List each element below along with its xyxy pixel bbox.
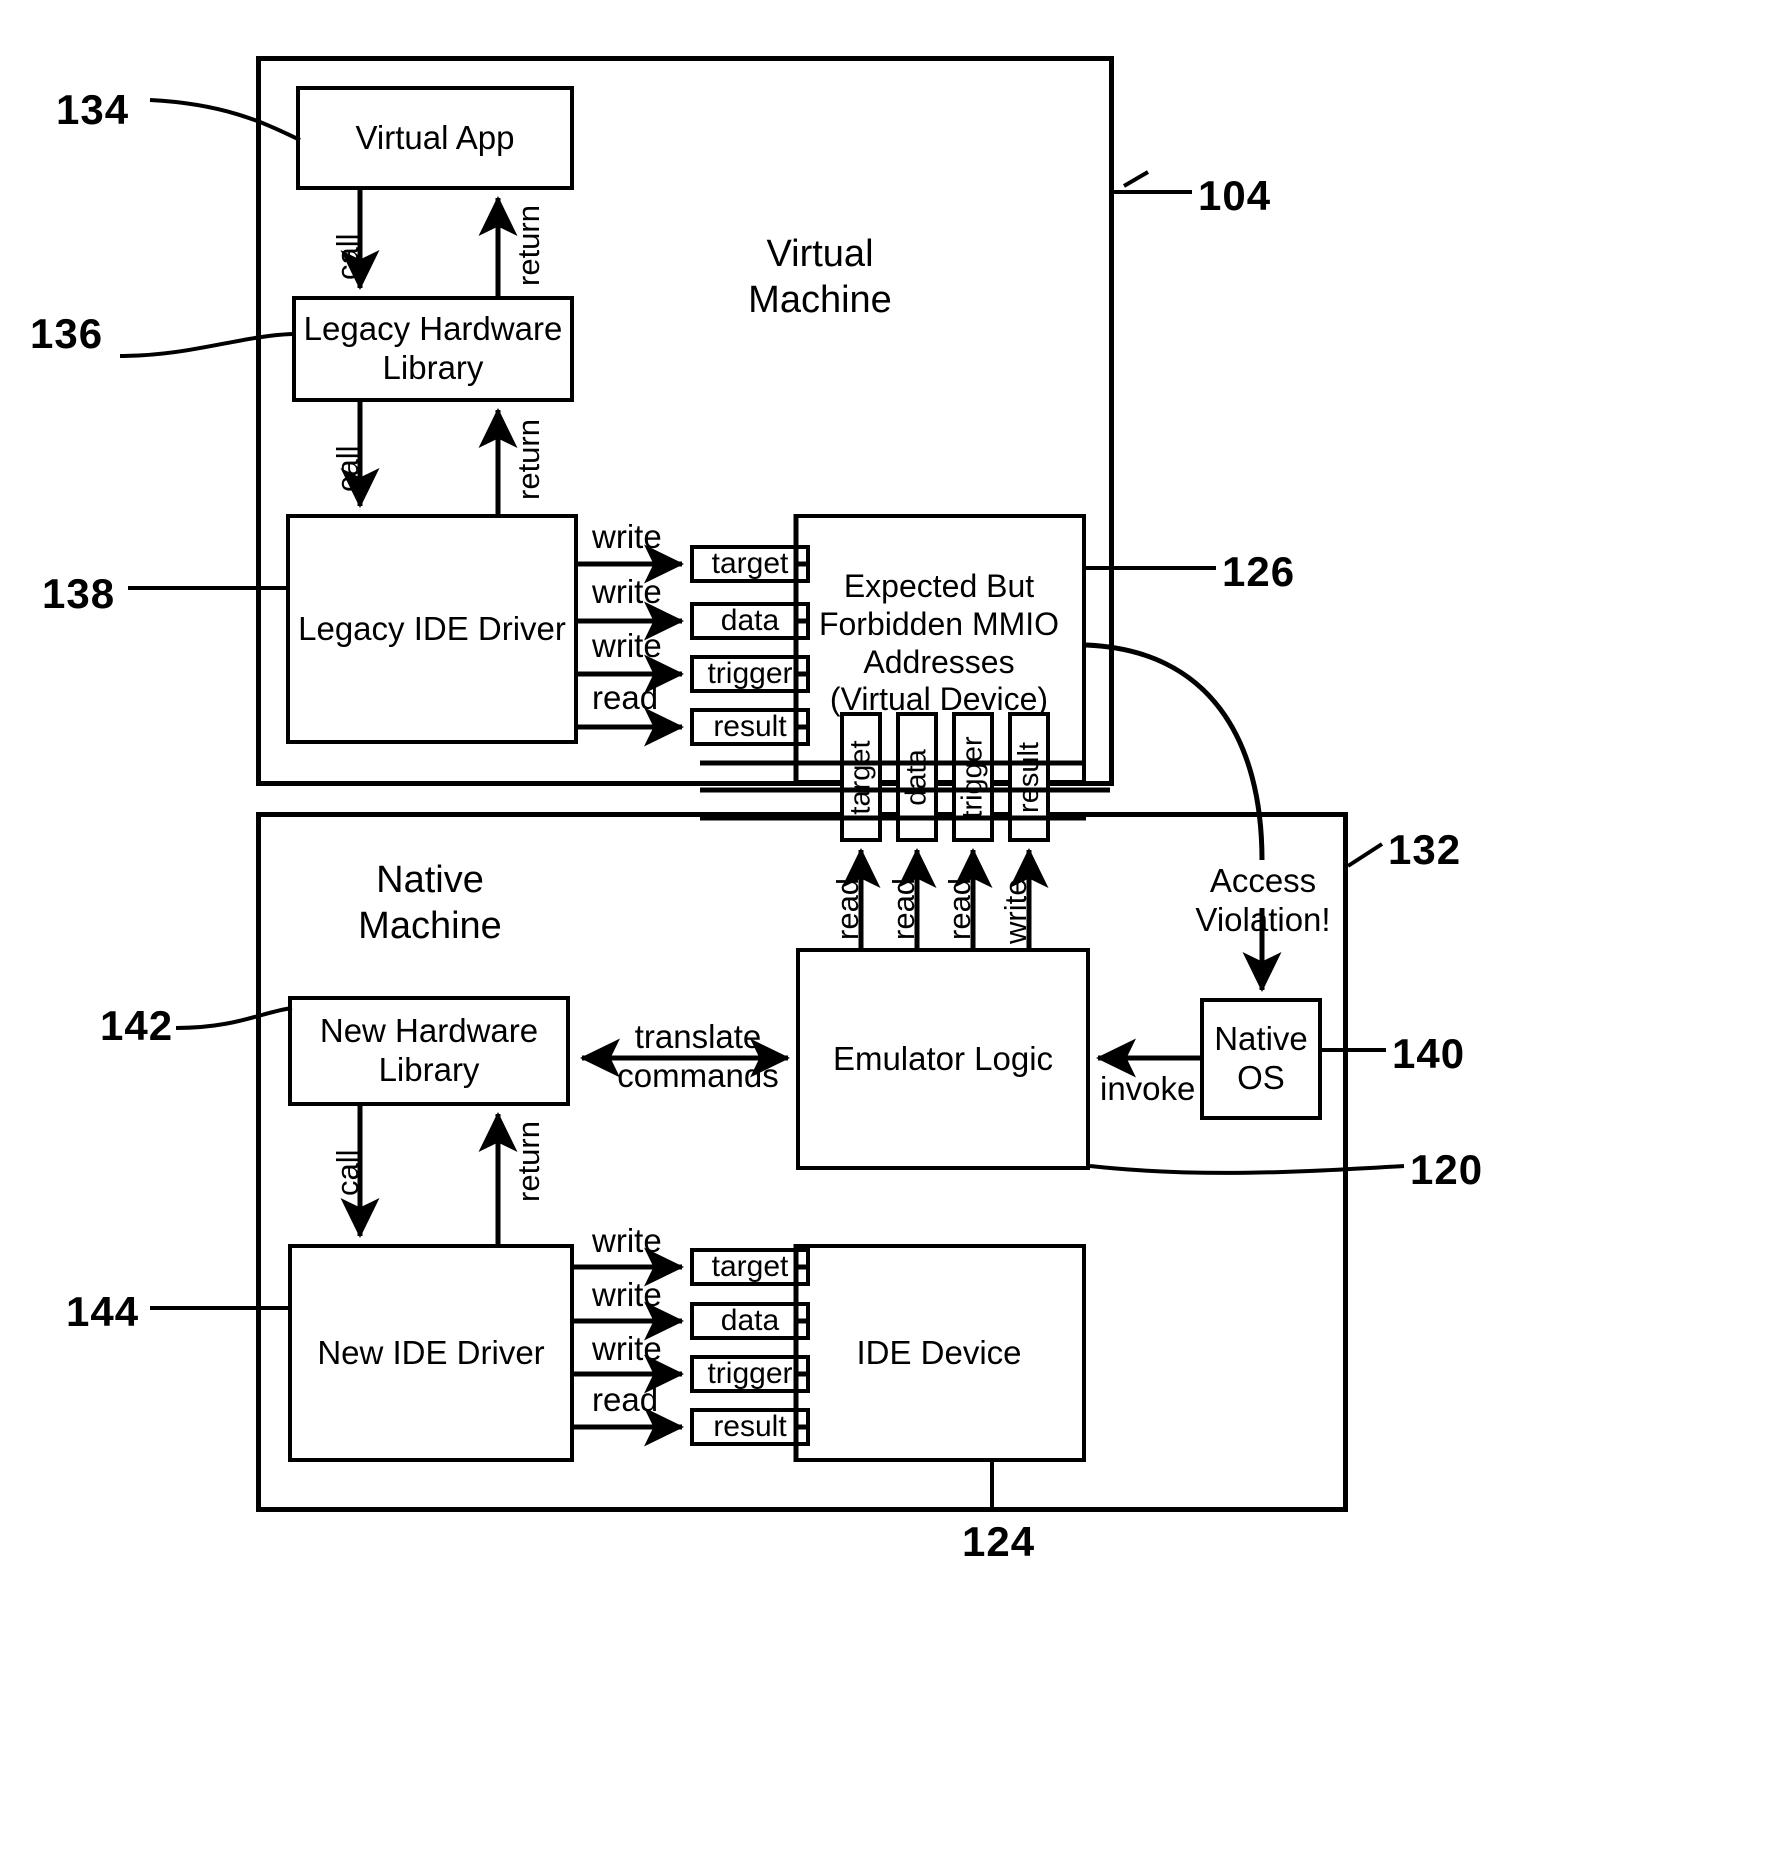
new-hardware-library-block: New Hardware Library xyxy=(288,996,570,1106)
edge-label-emulator-read-trigger: read xyxy=(942,877,977,940)
edge-label-vm-write-trigger: write xyxy=(592,627,662,664)
edge-label-translate-commands: translate commands xyxy=(617,1018,779,1094)
vm-register-trigger-label: trigger xyxy=(707,657,793,690)
native-os-label: Native OS xyxy=(1214,1020,1308,1096)
edge-label-emulator-write-result: write xyxy=(998,878,1033,944)
edge-label-nm-write-target: write xyxy=(592,1222,662,1259)
new-ide-driver-block: New IDE Driver xyxy=(288,1244,574,1462)
edge-label-vm-write-data: write xyxy=(592,573,662,610)
nm-register-trigger: trigger xyxy=(690,1355,810,1393)
new-ide-driver-label: New IDE Driver xyxy=(317,1333,545,1371)
reference-number-140: 140 xyxy=(1392,1030,1466,1077)
vm-register-data-label: data xyxy=(720,604,780,637)
edge-label-nm-lib-call: call xyxy=(330,1149,365,1196)
reference-number-104: 104 xyxy=(1198,172,1272,219)
new-hardware-library-label: New Hardware Library xyxy=(319,1012,539,1088)
edge-label-vm-write-target: write xyxy=(592,518,662,555)
nm-register-data: data xyxy=(690,1302,810,1340)
emulator-logic-label: Emulator Logic xyxy=(832,1039,1054,1077)
legacy-hardware-library-block: Legacy Hardware Library xyxy=(292,296,574,402)
reference-number-126: 126 xyxy=(1222,548,1296,595)
edge-label-vm-app-return: return xyxy=(511,205,546,286)
edge-label-vm-lib-return: return xyxy=(511,419,546,500)
vm-register-trigger: trigger xyxy=(690,655,810,693)
edge-label-vm-lib-call: call xyxy=(330,445,365,492)
virtual-machine-title: Virtual Machine xyxy=(748,233,892,321)
vm-register-result: result xyxy=(690,708,810,746)
vm-register-result-label: result xyxy=(713,710,787,743)
shared-register-data: data xyxy=(896,712,938,842)
emulator-logic-block: Emulator Logic xyxy=(796,948,1090,1170)
legacy-ide-driver-block: Legacy IDE Driver xyxy=(286,514,578,744)
reference-number-134: 134 xyxy=(56,86,130,133)
edge-label-nm-lib-return: return xyxy=(511,1121,546,1202)
edge-label-nm-read-result: read xyxy=(592,1381,659,1418)
reference-number-144: 144 xyxy=(66,1288,140,1335)
edge-label-access-violation: Access Violation! xyxy=(1195,862,1331,938)
edge-label-nm-write-trigger: write xyxy=(592,1330,662,1367)
nm-register-trigger-label: trigger xyxy=(707,1357,793,1390)
legacy-ide-driver-label: Legacy IDE Driver xyxy=(298,609,566,647)
shared-register-trigger: trigger xyxy=(952,712,994,842)
shared-register-result: result xyxy=(1008,712,1050,842)
reference-number-138: 138 xyxy=(42,570,116,617)
edge-label-invoke: invoke xyxy=(1100,1070,1196,1107)
native-os-block: Native OS xyxy=(1200,998,1322,1120)
virtual-app-block: Virtual App xyxy=(296,86,574,190)
reference-number-124: 124 xyxy=(962,1518,1036,1565)
nm-register-target-label: target xyxy=(711,1250,789,1283)
native-machine-title: Native Machine xyxy=(358,859,502,947)
reference-number-136: 136 xyxy=(30,310,104,357)
shared-register-target: target xyxy=(840,712,882,842)
vm-register-data: data xyxy=(690,602,810,640)
ide-device-label: IDE Device xyxy=(856,1333,1022,1371)
vm-register-target: target xyxy=(690,545,810,583)
nm-register-target: target xyxy=(690,1248,810,1286)
reference-number-120: 120 xyxy=(1410,1146,1484,1193)
edge-label-emulator-read-target: read xyxy=(830,877,865,940)
edge-label-vm-read-result: read xyxy=(592,679,659,716)
ide-device-block: IDE Device xyxy=(796,1244,1086,1462)
edge-label-nm-write-data: write xyxy=(592,1276,662,1313)
virtual-device-label: Expected But Forbidden MMIO Addresses (V… xyxy=(818,568,1060,718)
nm-register-data-label: data xyxy=(720,1304,780,1337)
edge-label-emulator-read-data: read xyxy=(886,877,921,940)
nm-register-result-label: result xyxy=(713,1410,787,1443)
nm-register-result: result xyxy=(690,1408,810,1446)
legacy-hardware-library-label: Legacy Hardware Library xyxy=(303,310,563,386)
vm-register-target-label: target xyxy=(711,547,789,580)
shared-register-result-label: result xyxy=(1012,741,1045,813)
shared-register-target-label: target xyxy=(844,739,877,815)
edge-label-vm-app-call: call xyxy=(330,233,365,280)
patent-figure: Virtual Machine Native Machine Virtual A… xyxy=(0,0,1784,1870)
reference-number-142: 142 xyxy=(100,1002,174,1049)
reference-number-132: 132 xyxy=(1388,826,1462,873)
virtual-app-label: Virtual App xyxy=(355,118,515,156)
shared-register-trigger-label: trigger xyxy=(956,735,989,819)
shared-register-data-label: data xyxy=(900,748,933,806)
